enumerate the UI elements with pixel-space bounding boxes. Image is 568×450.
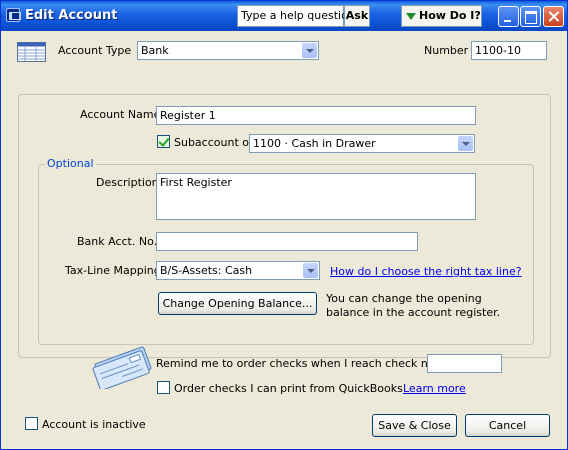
optional-legend: Optional [45, 157, 96, 170]
chevron-down-icon [303, 263, 318, 278]
save-close-button[interactable]: Save & Close [372, 414, 457, 437]
subaccount-select[interactable]: 1100 · Cash in Drawer [249, 134, 475, 153]
learn-more-link[interactable]: Learn more [403, 382, 466, 395]
account-type-label: Account Type [58, 44, 132, 57]
subaccount-value: 1100 · Cash in Drawer [253, 137, 376, 150]
dropdown-arrow-icon [406, 13, 416, 20]
inactive-checkbox[interactable] [25, 417, 38, 430]
tax-line-value: B/S-Assets: Cash [160, 264, 253, 277]
description-field[interactable]: First Register [156, 173, 476, 220]
title-bar[interactable]: Edit Account Type a help question Ask Ho… [1, 1, 567, 31]
cancel-button[interactable]: Cancel [465, 414, 550, 437]
chevron-down-icon [458, 136, 473, 151]
subaccount-label: Subaccount of [174, 136, 253, 149]
opening-balance-note: You can change the opening balance in th… [326, 292, 501, 319]
bank-acct-label: Bank Acct. No. [77, 235, 158, 248]
app-icon [6, 8, 21, 22]
ask-button[interactable]: Ask [344, 5, 370, 27]
account-name-field[interactable]: Register 1 [156, 106, 476, 125]
chevron-down-icon [302, 43, 317, 58]
account-type-value: Bank [141, 44, 169, 57]
account-number-field[interactable]: 1100-10 [471, 41, 547, 60]
change-opening-balance-button[interactable]: Change Opening Balance... [158, 292, 317, 315]
maximize-button[interactable] [520, 6, 541, 27]
inactive-label: Account is inactive [42, 418, 146, 431]
bank-acct-field[interactable] [156, 232, 418, 251]
remind-checks-label: Remind me to order checks when I reach c… [156, 357, 464, 370]
help-question-input[interactable]: Type a help question [237, 5, 355, 27]
account-type-select[interactable]: Bank [137, 41, 319, 60]
window-title: Edit Account [25, 8, 118, 23]
edit-account-window: Edit Account Type a help question Ask Ho… [0, 0, 568, 450]
order-checks-label: Order checks I can print from QuickBooks [174, 382, 403, 395]
close-button[interactable] [543, 6, 564, 27]
tax-line-select[interactable]: B/S-Assets: Cash [156, 261, 320, 280]
check-number-field[interactable] [427, 354, 502, 373]
check-book-icon [92, 346, 152, 389]
account-name-label: Account Name [80, 108, 161, 121]
description-label: Description [96, 176, 159, 189]
tax-line-label: Tax-Line Mapping [65, 264, 161, 277]
register-icon [17, 42, 46, 62]
how-do-i-button[interactable]: How Do I? [401, 5, 482, 27]
number-label: Number [424, 44, 469, 57]
minimize-button[interactable] [498, 6, 519, 27]
order-checks-checkbox[interactable] [157, 381, 170, 394]
subaccount-checkbox[interactable] [157, 135, 170, 148]
tax-line-help-link[interactable]: How do I choose the right tax line? [330, 265, 522, 278]
how-do-i-label: How Do I? [419, 9, 481, 22]
